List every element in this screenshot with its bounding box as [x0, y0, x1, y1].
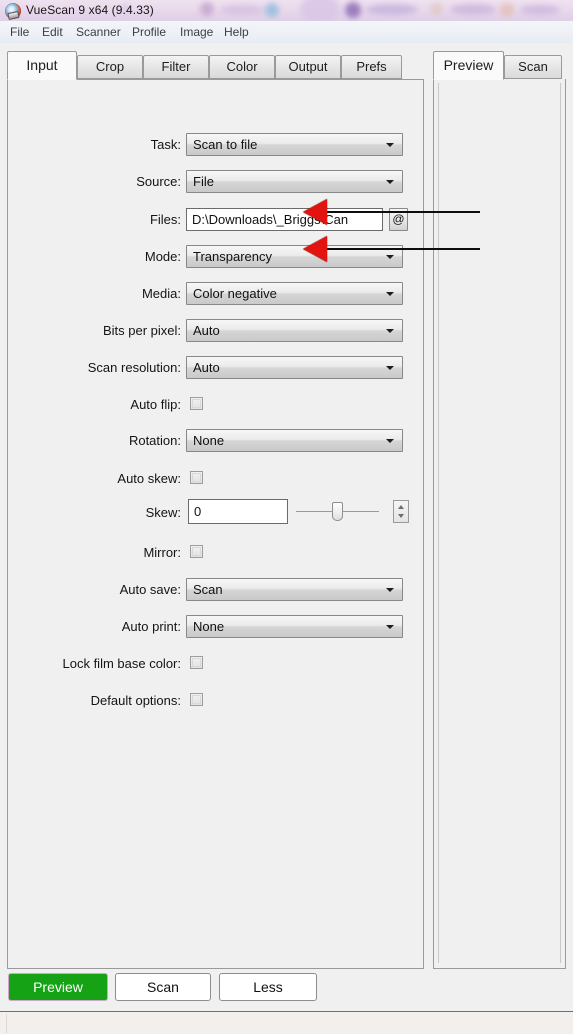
label-scan-resolution: Scan resolution: — [87, 360, 181, 375]
source-combo-value: File — [193, 174, 214, 189]
chevron-down-icon — [386, 292, 394, 296]
client-area: Input Crop Filter Color Output Prefs Pre… — [0, 43, 573, 1011]
chevron-down-icon — [386, 625, 394, 629]
label-mode: Mode: — [144, 249, 181, 264]
bits-per-pixel-combo-value: Auto — [193, 323, 220, 338]
chevron-down-icon — [386, 588, 394, 592]
auto-print-combo[interactable]: None — [186, 615, 403, 638]
mode-combo-value: Transparency — [193, 249, 272, 264]
preview-button[interactable]: Preview — [8, 973, 108, 1001]
tab-prefs[interactable]: Prefs — [341, 55, 402, 79]
row-skew: Skew: 0 — [8, 499, 423, 527]
source-combo[interactable]: File — [186, 170, 403, 193]
label-default-options: Default options: — [90, 693, 181, 708]
title-bar: VueScan 9 x64 (9.4.33) — [0, 0, 573, 21]
menu-item-scanner[interactable]: Scanner — [74, 25, 123, 39]
tab-input[interactable]: Input — [7, 51, 77, 80]
label-auto-skew: Auto skew: — [117, 471, 181, 486]
default-options-checkbox[interactable] — [190, 693, 203, 706]
skew-input-value: 0 — [194, 504, 202, 519]
row-scan-resolution: Scan resolution: Auto — [8, 356, 423, 382]
label-skew: Skew: — [145, 505, 181, 520]
scan-resolution-combo[interactable]: Auto — [186, 356, 403, 379]
row-auto-flip: Auto flip: — [8, 393, 423, 419]
scan-resolution-combo-value: Auto — [193, 360, 220, 375]
annotation-line-media — [327, 248, 480, 250]
menu-item-edit[interactable]: Edit — [40, 25, 65, 39]
label-auto-print: Auto print: — [121, 619, 181, 634]
label-task: Task: — [150, 137, 181, 152]
row-auto-skew: Auto skew: — [8, 467, 423, 493]
skew-spinner[interactable] — [393, 500, 409, 523]
preview-canvas[interactable] — [438, 83, 561, 963]
row-auto-print: Auto print: None — [8, 615, 423, 641]
chevron-down-icon — [386, 255, 394, 259]
chevron-down-icon — [386, 366, 394, 370]
menu-bar: File Edit Scanner Profile Image Help — [0, 21, 573, 44]
row-media: Media: Color negative — [8, 282, 423, 308]
row-auto-save: Auto save: Scan — [8, 578, 423, 604]
tab-color[interactable]: Color — [209, 55, 275, 79]
action-button-bar: Preview Scan Less — [0, 973, 573, 1011]
label-source: Source: — [136, 174, 181, 189]
less-button[interactable]: Less — [219, 973, 317, 1001]
menu-item-profile[interactable]: Profile — [130, 25, 168, 39]
tab-crop[interactable]: Crop — [77, 55, 143, 79]
scan-button[interactable]: Scan — [115, 973, 211, 1001]
auto-print-combo-value: None — [193, 619, 225, 634]
auto-flip-checkbox[interactable] — [190, 397, 203, 410]
tab-output[interactable]: Output — [275, 55, 341, 79]
task-combo-value: Scan to file — [193, 137, 258, 152]
tab-filter[interactable]: Filter — [143, 55, 209, 79]
label-mirror: Mirror: — [143, 545, 181, 560]
media-combo-value: Color negative — [193, 286, 277, 301]
chevron-down-icon — [386, 143, 394, 147]
auto-save-combo[interactable]: Scan — [186, 578, 403, 601]
spinner-up-icon[interactable] — [398, 505, 404, 509]
label-auto-save: Auto save: — [119, 582, 181, 597]
window-title: VueScan 9 x64 (9.4.33) — [26, 3, 154, 17]
label-rotation: Rotation: — [128, 433, 181, 448]
row-source: Source: File — [8, 170, 423, 196]
chevron-down-icon — [386, 180, 394, 184]
row-lock-film-base-color: Lock film base color: — [8, 652, 423, 678]
label-media: Media: — [141, 286, 181, 301]
chevron-down-icon — [386, 439, 394, 443]
skew-slider-thumb[interactable] — [332, 502, 343, 521]
label-files: Files: — [149, 212, 181, 227]
rotation-combo-value: None — [193, 433, 225, 448]
spinner-down-icon[interactable] — [398, 514, 404, 518]
lock-film-base-color-checkbox[interactable] — [190, 656, 203, 669]
label-auto-flip: Auto flip: — [130, 397, 181, 412]
mirror-checkbox[interactable] — [190, 545, 203, 558]
annotation-line-mode — [327, 211, 480, 213]
status-bar-text — [6, 1014, 568, 1033]
label-lock-film-base-color: Lock film base color: — [62, 656, 182, 671]
annotation-arrow-media — [303, 236, 327, 262]
auto-save-combo-value: Scan — [193, 582, 223, 597]
annotation-arrow-mode — [303, 199, 327, 225]
task-combo[interactable]: Scan to file — [186, 133, 403, 156]
skew-input[interactable]: 0 — [188, 499, 288, 524]
auto-skew-checkbox[interactable] — [190, 471, 203, 484]
label-bits-per-pixel: Bits per pixel: — [102, 323, 181, 338]
row-rotation: Rotation: None — [8, 429, 423, 455]
status-bar — [0, 1011, 573, 1034]
menu-item-file[interactable]: File — [8, 25, 31, 39]
row-bits-per-pixel: Bits per pixel: Auto — [8, 319, 423, 345]
row-task: Task: Scan to file — [8, 133, 423, 159]
chevron-down-icon — [386, 329, 394, 333]
bits-per-pixel-combo[interactable]: Auto — [186, 319, 403, 342]
tab-scan[interactable]: Scan — [504, 55, 562, 79]
media-combo[interactable]: Color negative — [186, 282, 403, 305]
row-default-options: Default options: — [8, 689, 423, 715]
vuescan-logo-icon — [5, 3, 21, 19]
tab-preview[interactable]: Preview — [433, 51, 504, 80]
row-mirror: Mirror: — [8, 541, 423, 567]
menu-item-help[interactable]: Help — [222, 25, 251, 39]
rotation-combo[interactable]: None — [186, 429, 403, 452]
menu-item-image[interactable]: Image — [178, 25, 215, 39]
